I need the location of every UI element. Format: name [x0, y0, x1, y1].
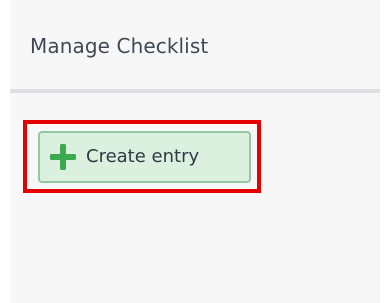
plus-icon [50, 144, 76, 170]
page-title: Manage Checklist [30, 34, 209, 58]
screenshot-stage: Manage Checklist Create entry [0, 0, 388, 303]
create-entry-label: Create entry [86, 146, 200, 167]
panel-header: Manage Checklist [10, 0, 380, 93]
create-entry-button[interactable]: Create entry [38, 131, 251, 183]
